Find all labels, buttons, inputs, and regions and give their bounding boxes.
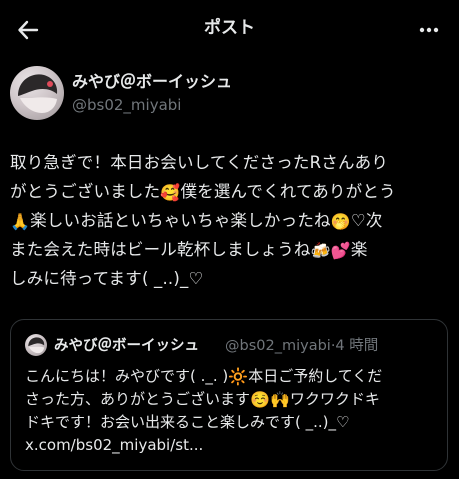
top-bar: ポスト — [0, 0, 459, 60]
quoted-line: こんにちは！みやびです( ._. )🔆本日ご予約してくだ — [25, 367, 383, 386]
post-text: 取り急ぎで！本日お会いしてくださったRさんあり がとうございました🥰僕を選んでく… — [10, 148, 450, 293]
quoted-post[interactable]: みやび＠ボーイッシュ @bs02_miyabi·4 時間 こんにちは！みやびです… — [10, 319, 448, 471]
quoted-author-handle: @bs02_miyabi — [225, 338, 331, 354]
quoted-timestamp: 4 時間 — [335, 338, 379, 354]
quoted-author-name: みやび＠ボーイッシュ — [54, 338, 199, 354]
quoted-meta: @bs02_miyabi·4 時間 — [225, 336, 378, 356]
quoted-avatar — [25, 334, 47, 356]
avatar[interactable] — [10, 66, 64, 120]
page-title: ポスト — [204, 18, 255, 38]
smiling-face-with-hearts-icon: 🥰 — [160, 183, 181, 202]
post-line: しみに待ってます( _..)_♡ — [10, 269, 204, 288]
folded-hands-icon: 🙏 — [10, 212, 31, 231]
post-line: 🙏楽しいお話といちゃいちゃ楽しかったね🤭♡次 — [10, 211, 383, 231]
post-line: 取り急ぎで！本日お会いしてくださったRさんあり — [10, 153, 389, 172]
quoted-text: こんにちは！みやびです( ._. )🔆本日ご予約してくだ さった方、ありがとうご… — [25, 365, 437, 457]
two-hearts-icon: 💕 — [330, 241, 351, 260]
post-line: また会えた時はビール乾杯しましょうね🍻💕楽 — [10, 240, 368, 260]
more-dots-icon — [418, 19, 440, 41]
quoted-line: ドキです！お会い出来ること楽しみです( _..)_♡ — [25, 413, 350, 431]
author-name[interactable]: みやび＠ボーイッシュ — [72, 72, 232, 92]
sun-icon: 🔆 — [228, 367, 249, 386]
beer-mugs-icon: 🍻 — [310, 241, 331, 260]
author-handle[interactable]: @bs02_miyabi — [72, 95, 181, 115]
post-author: みやび＠ボーイッシュ @bs02_miyabi — [10, 66, 450, 124]
post-line: がとうございました🥰僕を選んでくれてありがとう — [10, 182, 396, 202]
raising-hands-icon: 🙌 — [269, 390, 290, 409]
more-options-button[interactable] — [415, 16, 443, 44]
face-with-hand-over-mouth-icon: 🤭 — [330, 212, 351, 231]
quoted-line: さった方、ありがとうございます☺️🙌ワクワクドキ — [25, 390, 380, 409]
relieved-face-icon: ☺️ — [250, 390, 270, 409]
quoted-link[interactable]: x.com/bs02_miyabi/st... — [25, 434, 437, 457]
